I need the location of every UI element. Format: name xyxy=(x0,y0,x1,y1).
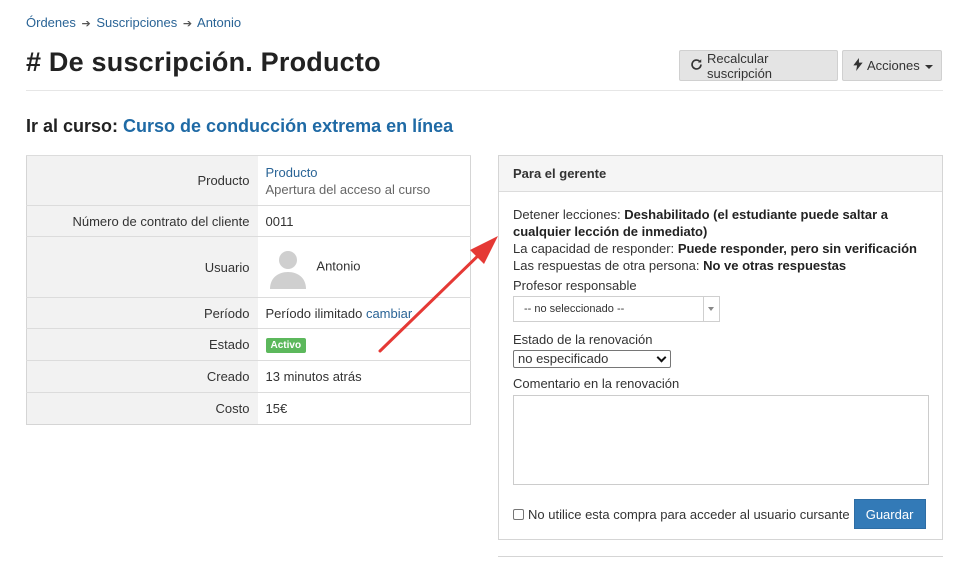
breadcrumb-separator: ➔ xyxy=(81,18,91,30)
row-label: Costo xyxy=(26,392,258,425)
setting-label: Detener lecciones: xyxy=(513,207,621,222)
teacher-label: Profesor responsable xyxy=(513,278,637,293)
course-prefix: Ir al curso: xyxy=(26,116,119,136)
row-value: Producto Apertura del acceso al curso xyxy=(257,155,471,206)
stop-lessons-setting: Detener lecciones: Deshabilitado (el est… xyxy=(513,206,928,240)
page-title: # De suscripción. Producto xyxy=(26,47,381,77)
row-value: Período ilimitado cambiar xyxy=(257,297,471,329)
product-link[interactable]: Producto xyxy=(266,165,318,180)
no-access-checkbox[interactable] xyxy=(513,508,524,520)
chevron-down-icon xyxy=(656,352,667,363)
purchase-options-row: No utilice esta compra para acceder al u… xyxy=(513,499,928,529)
contract-number: 0011 xyxy=(257,205,471,237)
setting-value: No ve otras respuestas xyxy=(703,258,847,273)
status-badge: Activo xyxy=(265,338,307,353)
next-panel-edge xyxy=(498,556,943,566)
course-heading: Ir al curso: Curso de conducción extrema… xyxy=(26,116,453,137)
table-row: Costo 15€ xyxy=(26,392,471,425)
actions-label: Acciones xyxy=(867,58,920,73)
breadcrumb-orders[interactable]: Órdenes xyxy=(26,15,76,30)
avatar[interactable] xyxy=(265,245,310,289)
actions-dropdown-button[interactable]: Acciones xyxy=(842,50,942,81)
table-row: Producto Producto Apertura del acceso al… xyxy=(26,155,471,206)
table-row: Número de contrato del cliente 0011 xyxy=(26,205,471,237)
row-label: Usuario xyxy=(26,236,258,298)
breadcrumb-separator: ➔ xyxy=(182,18,193,30)
row-value: Activo xyxy=(257,328,471,361)
teacher-select-value: -- no seleccionado -- xyxy=(524,303,625,315)
renewal-comment-label: Comentario en la renovación xyxy=(513,376,680,391)
refresh-icon xyxy=(690,58,703,74)
row-label: Producto xyxy=(26,155,258,206)
renewal-select-value: no especificado xyxy=(518,351,609,366)
arrow-head xyxy=(470,236,498,264)
renewal-status-select[interactable]: no especificado xyxy=(513,350,671,368)
table-row: Usuario Antonio xyxy=(26,236,471,298)
row-label: Número de contrato del cliente xyxy=(26,205,258,237)
select-arrow xyxy=(703,297,719,321)
triangle-down-icon xyxy=(708,307,714,311)
breadcrumb-subscriptions[interactable]: Suscripciones xyxy=(96,15,177,30)
caret-down-icon xyxy=(924,64,933,69)
row-label: Creado xyxy=(26,360,258,393)
row-label: Estado xyxy=(26,328,258,361)
checkbox-label[interactable]: No utilice esta compra para acceder al u… xyxy=(528,507,850,522)
row-label: Período xyxy=(26,297,258,329)
panel-title: Para el gerente xyxy=(499,156,942,192)
renewal-label: Estado de la renovación xyxy=(513,332,653,347)
teacher-select[interactable]: -- no seleccionado -- xyxy=(513,296,720,322)
recalculate-label: Recalcular suscripción xyxy=(707,50,773,81)
setting-value: Puede responder, pero sin verificación xyxy=(677,241,917,256)
renewal-comment-textarea[interactable] xyxy=(513,395,929,485)
save-button[interactable]: Guardar xyxy=(853,499,926,529)
manager-panel: Para el gerente Detener lecciones: Desha… xyxy=(498,155,943,540)
table-row: Creado 13 minutos atrás xyxy=(26,360,471,393)
bolt-icon xyxy=(853,57,863,74)
period-value: Período ilimitado xyxy=(265,305,363,321)
cost-value: 15€ xyxy=(257,392,471,425)
breadcrumb: Órdenes ➔ Suscripciones ➔ Antonio xyxy=(26,15,241,30)
created-value: 13 minutos atrás xyxy=(257,360,471,393)
subscription-details-table: Producto Producto Apertura del acceso al… xyxy=(26,155,471,425)
setting-label: La capacidad de responder: xyxy=(513,241,675,256)
table-row: Estado Activo xyxy=(26,328,471,361)
course-link[interactable]: Curso de conducción extrema en línea xyxy=(123,116,453,136)
breadcrumb-antonio[interactable]: Antonio xyxy=(197,15,241,30)
recalculate-subscription-button[interactable]: Recalcular suscripción xyxy=(679,50,838,81)
panel-body: Detener lecciones: Deshabilitado (el est… xyxy=(499,192,942,529)
others-answers-setting: Las respuestas de otra persona: No ve ot… xyxy=(513,257,928,274)
answer-setting: La capacidad de responder: Puede respond… xyxy=(513,240,928,257)
row-value: Antonio xyxy=(257,236,471,298)
change-period-link[interactable]: cambiar xyxy=(366,306,412,321)
divider xyxy=(26,90,943,91)
setting-label: Las respuestas de otra persona: xyxy=(513,258,700,273)
user-name[interactable]: Antonio xyxy=(316,258,360,273)
product-description: Apertura del acceso al curso xyxy=(265,181,431,197)
table-row: Período Período ilimitado cambiar xyxy=(26,297,471,329)
